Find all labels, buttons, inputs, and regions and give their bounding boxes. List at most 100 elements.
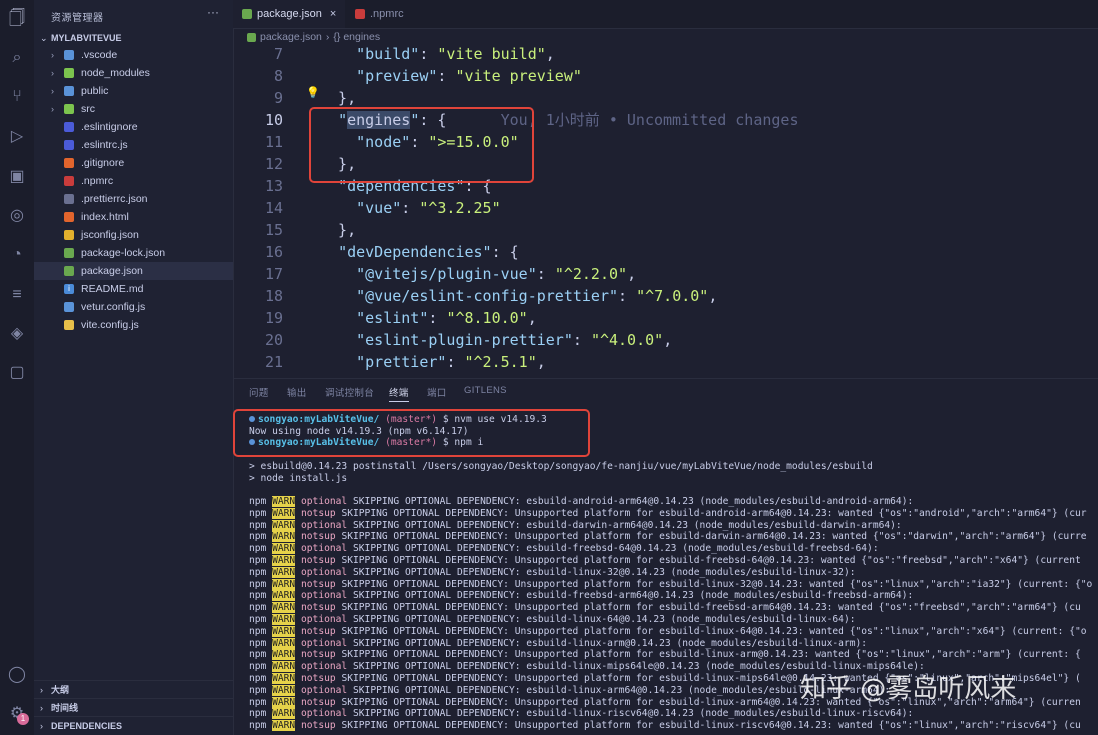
tree-item[interactable]: index.html	[34, 208, 233, 226]
code-line[interactable]: 17 "@vitejs/plugin-vue": "^2.2.0",	[233, 263, 1098, 285]
warn-kind: optional	[301, 543, 348, 555]
npm-label: npm	[249, 602, 267, 614]
layers-icon[interactable]: ◈	[6, 323, 28, 345]
npm-icon	[64, 176, 74, 186]
warn-kind: notsup	[301, 602, 336, 614]
chevron-right-icon: ›	[40, 685, 43, 695]
tree-item[interactable]: vetur.config.js	[34, 298, 233, 316]
tab-package-json[interactable]: package.json ×	[233, 0, 345, 28]
warn-badge: WARN	[272, 496, 296, 507]
npm-label: npm	[249, 708, 267, 720]
account-icon[interactable]: ◯	[6, 664, 28, 686]
code-line[interactable]: 8 "preview": "vite preview"	[233, 65, 1098, 87]
run-debug-icon[interactable]: ▷	[6, 126, 28, 148]
warn-badge: WARN	[272, 519, 296, 531]
warn-kind: optional	[301, 566, 348, 578]
breadcrumb: package.json ›{} engines	[247, 30, 384, 44]
npm-icon	[355, 9, 365, 20]
tree-item[interactable]: vite.config.js	[34, 316, 233, 334]
code-text: "preview": "vite preview"	[320, 65, 582, 87]
code-token: : {	[491, 243, 519, 261]
code-line[interactable]: 7 "build": "vite build",	[233, 44, 1098, 65]
chevron-right-icon: ›	[51, 50, 54, 60]
lightbulb-icon[interactable]: 💡	[306, 86, 320, 99]
tree-item[interactable]: › public	[34, 82, 233, 100]
code-line[interactable]: 21 "prettier": "^2.5.1",	[233, 351, 1098, 373]
breadcrumb-file[interactable]: package.json	[260, 31, 322, 43]
code-line[interactable]: 15 },	[233, 219, 1098, 241]
extensions-icon[interactable]: ▣	[6, 166, 28, 188]
line-number: 10	[264, 111, 283, 129]
remote-explorer-icon[interactable]: ◔	[6, 244, 28, 266]
tree-item[interactable]: .eslintrc.js	[34, 136, 233, 154]
code-line[interactable]: 14 "vue": "^3.2.25"	[233, 197, 1098, 219]
info-icon: i	[64, 284, 74, 294]
tree-item[interactable]: .eslintignore	[34, 118, 233, 136]
code-token: :	[428, 309, 447, 327]
code-text: "eslint-plugin-prettier": "^4.0.0",	[320, 329, 672, 351]
code-line[interactable]: 16 "devDependencies": {	[233, 241, 1098, 263]
code-token: "^2.5.1"	[464, 353, 537, 371]
tree-item[interactable]: › src	[34, 100, 233, 118]
npm-warn-line: npm WARN notsup SKIPPING OPTIONAL DEPEND…	[249, 578, 1092, 591]
code-line[interactable]: 18 "@vue/eslint-config-prettier": "^7.0.…	[233, 285, 1098, 307]
warn-kind: notsup	[301, 673, 336, 684]
code-text: },	[320, 87, 356, 109]
npm-warn-line: npm WARN optional SKIPPING OPTIONAL DEPE…	[249, 566, 856, 579]
tree-item[interactable]: .prettierrc.json	[34, 190, 233, 208]
workspace-folder-name: MYLABVITEVUE	[51, 33, 122, 43]
code-editor[interactable]: 7 "build": "vite build", 8 "preview": "vi…	[233, 44, 1098, 374]
breadcrumb-symbol[interactable]: {} engines	[333, 31, 380, 43]
warn-badge: WARN	[272, 684, 296, 696]
tree-item[interactable]: › node_modules	[34, 64, 233, 82]
code-token: "eslint-plugin-prettier"	[356, 331, 573, 349]
tree-item[interactable]: › .vscode	[34, 46, 233, 64]
panel-tab[interactable]: 终端	[389, 385, 409, 399]
code-line[interactable]: 9 },	[233, 87, 1098, 109]
more-actions-button[interactable]: ···	[207, 5, 219, 19]
sidebar-section-label: 时间线	[51, 703, 79, 713]
code-text: "prettier": "^2.5.1",	[320, 351, 546, 373]
tree-item-label: package.json	[81, 265, 143, 277]
tree-item-label: node_modules	[81, 67, 150, 79]
code-token: "preview"	[356, 67, 438, 85]
line-number: 14	[264, 199, 283, 217]
code-token: "^4.0.0"	[590, 331, 664, 349]
tab-npmrc[interactable]: .npmrc	[355, 0, 455, 28]
comments-icon[interactable]: ▢	[6, 362, 28, 384]
code-token: ,	[545, 45, 555, 63]
npm-label: npm	[249, 673, 267, 684]
code-line[interactable]: 19 "eslint": "^8.10.0",	[233, 307, 1098, 329]
tree-item[interactable]: .npmrc	[34, 172, 233, 190]
sidebar-section[interactable]: › 大纲	[34, 680, 233, 699]
panel-tab[interactable]: 问题	[249, 385, 269, 399]
explorer-icon[interactable]: 🗍	[6, 8, 28, 30]
code-token: "@vue/eslint-config-prettier"	[356, 287, 619, 305]
code-token: "vite build"	[437, 45, 546, 63]
code-line[interactable]: 20 "eslint-plugin-prettier": "^4.0.0",	[233, 329, 1098, 351]
warn-badge: WARN	[272, 578, 296, 590]
eslint-icon	[64, 140, 74, 150]
database-icon[interactable]: ≡	[6, 284, 28, 306]
tree-item[interactable]: .gitignore	[34, 154, 233, 172]
panel-tab[interactable]: 输出	[287, 385, 307, 399]
search-icon[interactable]: ⌕	[6, 47, 28, 69]
sidebar-section[interactable]: › 时间线	[34, 698, 233, 717]
panel-tab[interactable]: 调试控制台	[325, 385, 374, 399]
panel-tab[interactable]: GITLENS	[464, 385, 507, 396]
tree-item[interactable]: jsconfig.json	[34, 226, 233, 244]
tree-item[interactable]: package.json	[34, 262, 233, 280]
source-control-icon[interactable]: ⑂	[6, 86, 28, 108]
gitlens-icon[interactable]: ◎	[6, 205, 28, 227]
workspace-folder[interactable]: ⌄ MYLABVITEVUE	[34, 30, 233, 46]
tree-item[interactable]: package-lock.json	[34, 244, 233, 262]
code-token: "build"	[356, 45, 420, 63]
npm-warn-line: npm WARN optional SKIPPING OPTIONAL DEPE…	[249, 496, 913, 508]
tree-item[interactable]: i README.md	[34, 280, 233, 298]
code-token: "devDependencies"	[338, 243, 492, 261]
sidebar-section[interactable]: › DEPENDENCIES	[34, 716, 233, 735]
warn-badge: WARN	[272, 555, 296, 566]
close-icon[interactable]: ×	[330, 8, 336, 20]
panel-tab[interactable]: 端口	[427, 385, 447, 399]
